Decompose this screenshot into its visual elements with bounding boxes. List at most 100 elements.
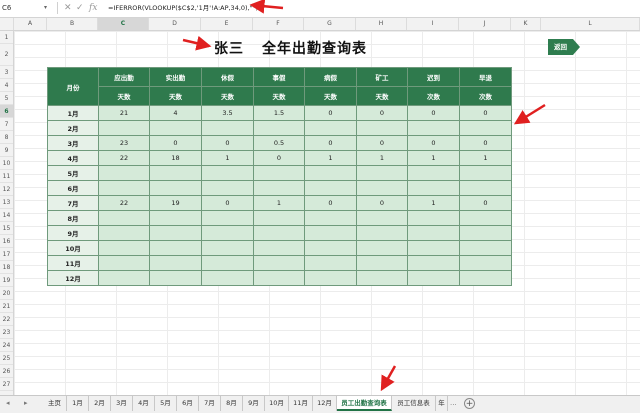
- column-header-h[interactable]: H: [356, 18, 407, 30]
- sheet-tab-7[interactable]: 7月: [199, 396, 221, 411]
- fx-icon[interactable]: fx: [89, 1, 97, 15]
- table-cell[interactable]: [98, 120, 150, 136]
- row-header-20[interactable]: 20: [0, 287, 13, 300]
- next-sheet-icon[interactable]: ▸: [24, 396, 28, 411]
- table-cell[interactable]: [98, 180, 150, 196]
- table-cell[interactable]: [356, 255, 408, 271]
- confirm-icon[interactable]: ✓: [76, 1, 84, 15]
- table-cell[interactable]: [356, 210, 408, 226]
- table-cell[interactable]: 3.5: [201, 105, 254, 121]
- table-cell[interactable]: [459, 270, 512, 286]
- column-header-l[interactable]: L: [541, 18, 640, 30]
- table-cell[interactable]: [407, 210, 460, 226]
- row-header-2[interactable]: 2: [0, 44, 13, 66]
- formula-input[interactable]: =IFERROR(VLOOKUP($C$2,'1月'!A:AP,34,0),""…: [108, 2, 258, 14]
- table-cell[interactable]: [253, 210, 305, 226]
- table-cell[interactable]: [407, 225, 460, 241]
- table-cell[interactable]: 0: [356, 135, 408, 151]
- table-cell[interactable]: [201, 270, 254, 286]
- table-cell[interactable]: [304, 180, 357, 196]
- table-cell[interactable]: 21: [98, 105, 150, 121]
- table-cell[interactable]: [149, 165, 202, 181]
- row-header-3[interactable]: 3: [0, 66, 13, 79]
- table-cell[interactable]: [98, 240, 150, 256]
- table-cell[interactable]: 1: [407, 195, 460, 211]
- row-header-6[interactable]: 6: [0, 105, 13, 118]
- row-header-22[interactable]: 22: [0, 313, 13, 326]
- row-header-8[interactable]: 8: [0, 131, 13, 144]
- sheet-tab-15[interactable]: 年: [436, 396, 448, 411]
- table-cell[interactable]: 0: [304, 135, 357, 151]
- table-cell[interactable]: 0: [356, 195, 408, 211]
- sheet-tab-13[interactable]: 员工出勤查询表: [337, 396, 392, 411]
- table-cell[interactable]: 23: [98, 135, 150, 151]
- table-cell[interactable]: 1: [407, 150, 460, 166]
- table-cell[interactable]: [459, 180, 512, 196]
- table-cell[interactable]: [407, 120, 460, 136]
- table-cell[interactable]: [201, 180, 254, 196]
- row-header-23[interactable]: 23: [0, 326, 13, 339]
- table-cell[interactable]: 0: [459, 135, 512, 151]
- table-cell[interactable]: [201, 225, 254, 241]
- table-cell[interactable]: 4: [149, 105, 202, 121]
- table-cell[interactable]: 0: [253, 150, 305, 166]
- table-cell[interactable]: [201, 255, 254, 271]
- table-cell[interactable]: [356, 120, 408, 136]
- table-cell[interactable]: [201, 120, 254, 136]
- row-header-25[interactable]: 25: [0, 352, 13, 365]
- select-all-corner[interactable]: [0, 18, 14, 30]
- tab-overflow-icon[interactable]: ...: [450, 396, 457, 411]
- sheet-tab-2[interactable]: 2月: [89, 396, 111, 411]
- table-cell[interactable]: 0: [149, 135, 202, 151]
- sheet-tab-1[interactable]: 1月: [67, 396, 89, 411]
- table-cell[interactable]: 0: [304, 195, 357, 211]
- table-cell[interactable]: [98, 270, 150, 286]
- table-cell[interactable]: [407, 165, 460, 181]
- table-cell[interactable]: 0: [407, 135, 460, 151]
- table-cell[interactable]: 18: [149, 150, 202, 166]
- table-cell[interactable]: 1: [253, 195, 305, 211]
- add-sheet-icon[interactable]: +: [464, 398, 475, 409]
- column-header-f[interactable]: F: [253, 18, 304, 30]
- table-cell[interactable]: [304, 270, 357, 286]
- table-cell[interactable]: [459, 255, 512, 271]
- row-header-11[interactable]: 11: [0, 170, 13, 183]
- sheet-tab-5[interactable]: 5月: [155, 396, 177, 411]
- sheet-tab-0[interactable]: 主页: [43, 396, 67, 411]
- table-cell[interactable]: [253, 240, 305, 256]
- table-cell[interactable]: [149, 210, 202, 226]
- table-cell[interactable]: [407, 270, 460, 286]
- column-header-j[interactable]: J: [459, 18, 511, 30]
- row-header-19[interactable]: 19: [0, 274, 13, 287]
- column-header-g[interactable]: G: [304, 18, 356, 30]
- table-cell[interactable]: [459, 225, 512, 241]
- table-cell[interactable]: 22: [98, 195, 150, 211]
- table-cell[interactable]: [304, 255, 357, 271]
- sheet-tab-11[interactable]: 11月: [289, 396, 313, 411]
- table-cell[interactable]: [304, 210, 357, 226]
- sheet-tab-10[interactable]: 10月: [265, 396, 289, 411]
- table-cell[interactable]: [459, 240, 512, 256]
- table-cell[interactable]: 0: [356, 105, 408, 121]
- sheet-tab-3[interactable]: 3月: [111, 396, 133, 411]
- table-cell[interactable]: 1: [201, 150, 254, 166]
- table-cell[interactable]: [149, 120, 202, 136]
- column-header-i[interactable]: I: [407, 18, 459, 30]
- column-header-d[interactable]: D: [149, 18, 201, 30]
- table-cell[interactable]: [253, 165, 305, 181]
- row-header-17[interactable]: 17: [0, 248, 13, 261]
- row-header-27[interactable]: 27: [0, 378, 13, 391]
- row-header-7[interactable]: 7: [0, 118, 13, 131]
- table-cell[interactable]: [304, 120, 357, 136]
- table-cell[interactable]: [253, 120, 305, 136]
- table-cell[interactable]: 0: [201, 135, 254, 151]
- table-cell[interactable]: [98, 210, 150, 226]
- sheet-tab-12[interactable]: 12月: [313, 396, 337, 411]
- table-cell[interactable]: [201, 240, 254, 256]
- table-cell[interactable]: [98, 165, 150, 181]
- column-header-b[interactable]: B: [47, 18, 98, 30]
- row-header-15[interactable]: 15: [0, 222, 13, 235]
- row-header-18[interactable]: 18: [0, 261, 13, 274]
- table-cell[interactable]: [356, 240, 408, 256]
- table-cell[interactable]: 0: [201, 195, 254, 211]
